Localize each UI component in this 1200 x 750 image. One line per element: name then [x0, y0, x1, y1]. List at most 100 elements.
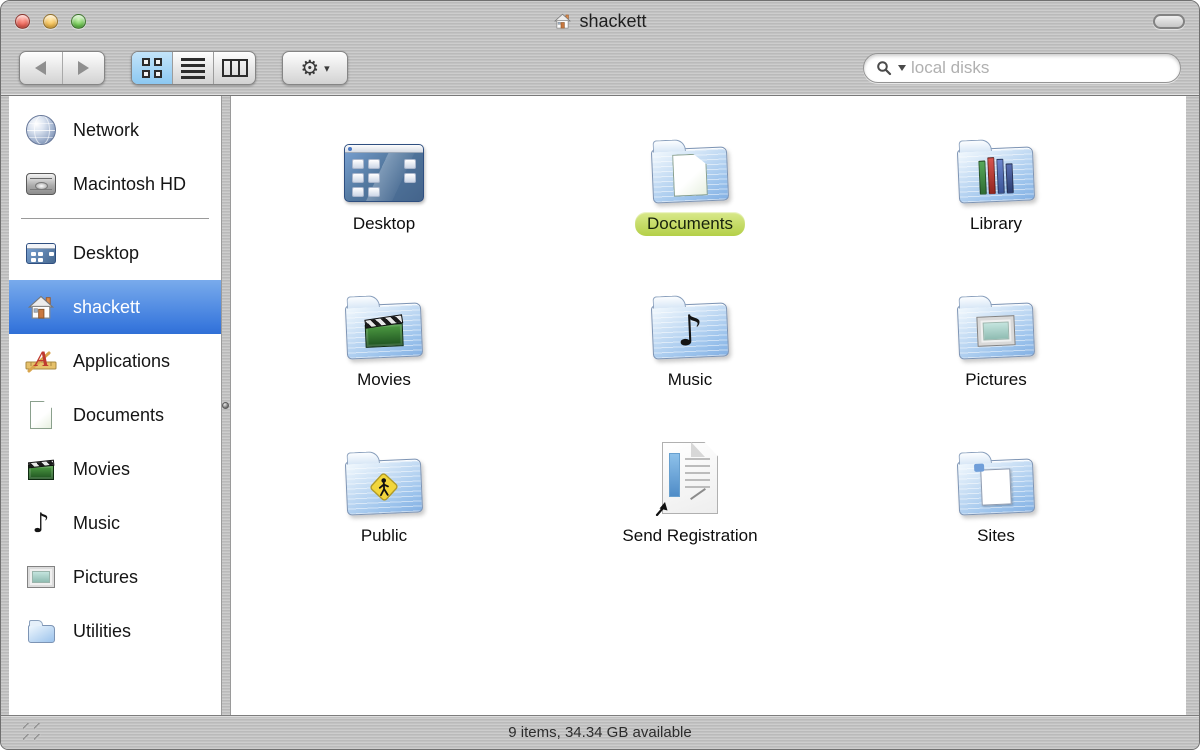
back-arrow-icon [35, 61, 47, 75]
file-item-label: Movies [357, 370, 411, 389]
file-item-public[interactable]: Public [231, 422, 537, 578]
file-item-label: Send Registration [622, 526, 758, 545]
music-note-icon: ♪ [32, 507, 50, 539]
library-folder-icon [956, 146, 1036, 204]
pictures-frame-icon [27, 566, 55, 588]
window-body: Network Macintosh HD Desktop shackett A … [1, 96, 1199, 715]
column-view-button[interactable] [214, 52, 255, 84]
sidebar-item-label: Music [73, 512, 121, 533]
minimize-button[interactable] [43, 13, 58, 29]
toolbar: ⚙ ▾ [1, 41, 1199, 96]
file-item-label: Library [970, 214, 1022, 233]
document-icon [672, 153, 708, 196]
icon-view-icon [142, 58, 162, 78]
network-globe-icon [26, 115, 56, 145]
movies-clapper-icon [27, 459, 55, 480]
toolbar-toggle-button[interactable] [1153, 13, 1185, 29]
file-item-label: Sites [977, 526, 1015, 545]
sidebar-item-label: Movies [73, 458, 131, 479]
gear-icon: ⚙ [300, 55, 320, 80]
icon-view-button[interactable] [132, 52, 173, 84]
sites-folder-icon [956, 458, 1036, 516]
desktop-mini-icon [26, 242, 56, 264]
sidebar-item-label: Pictures [73, 566, 139, 587]
file-item-label: Pictures [965, 370, 1027, 389]
webpage-icon [973, 463, 1012, 506]
status-text: 9 items, 34.34 GB available [508, 724, 692, 741]
list-view-icon [181, 57, 205, 79]
list-view-button[interactable] [173, 52, 214, 84]
view-mode-switcher [131, 51, 256, 85]
search-field[interactable] [863, 53, 1181, 83]
sidebar-item-documents[interactable]: Documents [9, 388, 221, 442]
music-folder-icon: ♪ [650, 302, 730, 360]
file-item-label: Music [667, 370, 713, 389]
file-item-documents[interactable]: Documents [537, 110, 843, 266]
close-button[interactable] [15, 13, 30, 29]
title-bar[interactable]: shackett [1, 1, 1199, 41]
file-item-desktop[interactable]: Desktop [231, 110, 537, 266]
documents-folder-icon [650, 146, 730, 204]
window-title-area: shackett [1, 1, 1199, 41]
sidebar-item-music[interactable]: ♪ Music [9, 496, 221, 550]
forward-button[interactable] [63, 52, 105, 84]
public-folder-icon [344, 458, 424, 516]
file-item-library[interactable]: Library [843, 110, 1149, 266]
sidebar-splitter[interactable] [221, 96, 231, 715]
navigation-buttons [19, 51, 105, 85]
back-button[interactable] [20, 52, 63, 84]
sidebar-item-label: Desktop [73, 242, 140, 263]
document-icon [30, 401, 52, 429]
home-icon [554, 13, 572, 29]
file-item-sites[interactable]: Sites [843, 422, 1149, 578]
sidebar-item-shackett[interactable]: shackett [9, 280, 221, 334]
sidebar: Network Macintosh HD Desktop shackett A … [9, 96, 221, 715]
forward-arrow-icon [77, 61, 89, 75]
sidebar-item-label: Utilities [73, 620, 132, 641]
icon-view-content: Desktop Documents Library Movies ♪ Music… [231, 96, 1186, 715]
hard-drive-icon [26, 173, 56, 195]
sidebar-item-label: Applications [73, 350, 171, 371]
sidebar-item-label: Macintosh HD [73, 173, 187, 194]
finder-window: shackett ⚙ ▾ local disks Network Macinto… [0, 0, 1200, 750]
magnifier-icon [877, 60, 892, 75]
movies-folder-icon [344, 302, 424, 360]
sidebar-item-pictures[interactable]: Pictures [9, 550, 221, 604]
file-item-movies[interactable]: Movies [231, 266, 537, 422]
file-item-label: Public [360, 526, 408, 545]
column-view-icon [221, 59, 248, 77]
resize-grip-icon[interactable] [23, 723, 41, 741]
window-title: shackett [579, 10, 647, 31]
sidebar-item-label: Documents [73, 404, 165, 425]
right-frame [1186, 96, 1199, 715]
search-scope-caret-icon [898, 65, 906, 71]
file-item-music[interactable]: ♪ Music [537, 266, 843, 422]
window-controls [15, 13, 86, 29]
desktop-icon [344, 144, 424, 202]
sidebar-item-macintosh-hd[interactable]: Macintosh HD [9, 157, 221, 211]
sidebar-item-network[interactable]: Network [9, 103, 221, 157]
file-item-label: Desktop [352, 214, 416, 233]
zoom-button[interactable] [71, 13, 86, 29]
left-frame [1, 96, 9, 715]
action-menu-button[interactable]: ⚙ ▾ [282, 51, 348, 85]
pictures-frame-icon [976, 315, 1016, 347]
svg-text:A: A [33, 347, 50, 371]
file-item-send-registration[interactable]: Send Registration [537, 422, 843, 578]
sidebar-item-applications[interactable]: A Applications [9, 334, 221, 388]
cursor-arrow-icon [655, 502, 668, 516]
sidebar-item-movies[interactable]: Movies [9, 442, 221, 496]
sidebar-divider [21, 218, 209, 219]
splitter-knob-icon [222, 401, 229, 409]
applications-icon: A [25, 347, 57, 373]
search-input[interactable] [911, 58, 1168, 78]
folder-icon [27, 620, 55, 643]
sidebar-item-desktop[interactable]: Desktop [9, 226, 221, 280]
home-icon [27, 295, 55, 319]
file-item-label-highlighted: Documents [635, 212, 745, 236]
sidebar-item-label: Network [73, 119, 140, 140]
sidebar-item-utilities[interactable]: Utilities [9, 604, 221, 658]
file-item-pictures[interactable]: Pictures [843, 266, 1149, 422]
pedestrian-sign-icon [370, 473, 398, 501]
movies-clapper-icon [364, 314, 404, 348]
